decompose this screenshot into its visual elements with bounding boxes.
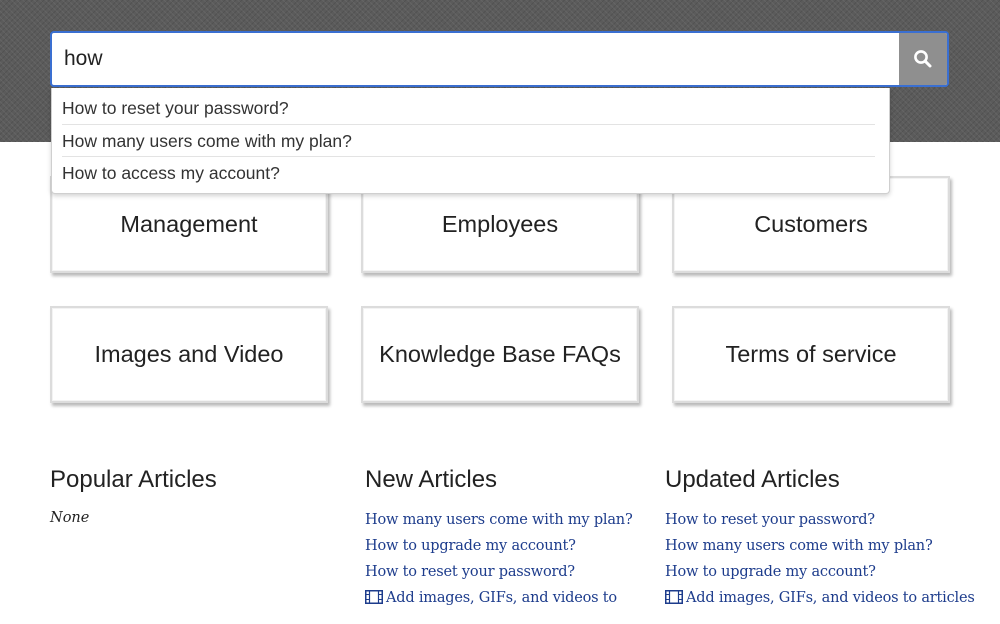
category-label: Images and Video	[94, 341, 284, 367]
list-item: How to reset your password?	[665, 510, 975, 536]
category-card-images-video[interactable]: Images and Video	[50, 306, 328, 403]
film-icon	[365, 590, 383, 604]
list-item: How many users come with my plan?	[665, 536, 975, 562]
article-link[interactable]: How many users come with my plan?	[665, 538, 933, 554]
list-item: Add images, GIFs, and videos to articles	[665, 588, 975, 614]
section-heading: Updated Articles	[665, 466, 840, 493]
list-item: How to upgrade my account?	[365, 536, 633, 562]
category-label: Management	[120, 211, 258, 237]
article-link[interactable]: Add images, GIFs, and videos to articles	[686, 590, 975, 606]
list-item: How many users come with my plan?	[365, 510, 633, 536]
section-heading: Popular Articles	[50, 466, 217, 493]
article-link[interactable]: How to reset your password?	[365, 564, 575, 580]
article-link[interactable]: How to upgrade my account?	[665, 564, 876, 580]
list-item: How to upgrade my account?	[665, 562, 975, 588]
category-card-kb-faqs[interactable]: Knowledge Base FAQs	[361, 306, 639, 403]
category-label: Customers	[754, 211, 868, 237]
suggestion-item[interactable]: How many users come with my plan?	[62, 125, 875, 157]
popular-articles-section: Popular Articles None	[50, 466, 217, 526]
article-link[interactable]: How many users come with my plan?	[365, 512, 633, 528]
search-bar	[50, 31, 949, 87]
category-label: Employees	[441, 211, 559, 237]
empty-state-text: None	[50, 510, 90, 526]
article-link[interactable]: How to reset your password?	[665, 512, 875, 528]
search-input[interactable]	[52, 33, 899, 85]
suggestion-item[interactable]: How to reset your password?	[62, 93, 875, 125]
new-articles-section: New Articles How many users come with my…	[365, 466, 633, 614]
updated-articles-section: Updated Articles How to reset your passw…	[665, 466, 975, 614]
category-card-terms[interactable]: Terms of service	[672, 306, 950, 403]
article-link[interactable]: Add images, GIFs, and videos to	[386, 590, 617, 606]
category-label: Terms of service	[725, 341, 897, 367]
list-item: How to reset your password?	[365, 562, 633, 588]
search-suggestions-dropdown: How to reset your password? How many use…	[51, 88, 890, 194]
category-label: Knowledge Base FAQs	[379, 341, 621, 367]
suggestion-item[interactable]: How to access my account?	[62, 157, 875, 189]
search-icon	[914, 50, 932, 68]
section-heading: New Articles	[365, 466, 498, 493]
article-link[interactable]: How to upgrade my account?	[365, 538, 576, 554]
list-item: Add images, GIFs, and videos to	[365, 588, 633, 614]
film-icon	[665, 590, 683, 604]
search-button[interactable]	[899, 33, 947, 85]
